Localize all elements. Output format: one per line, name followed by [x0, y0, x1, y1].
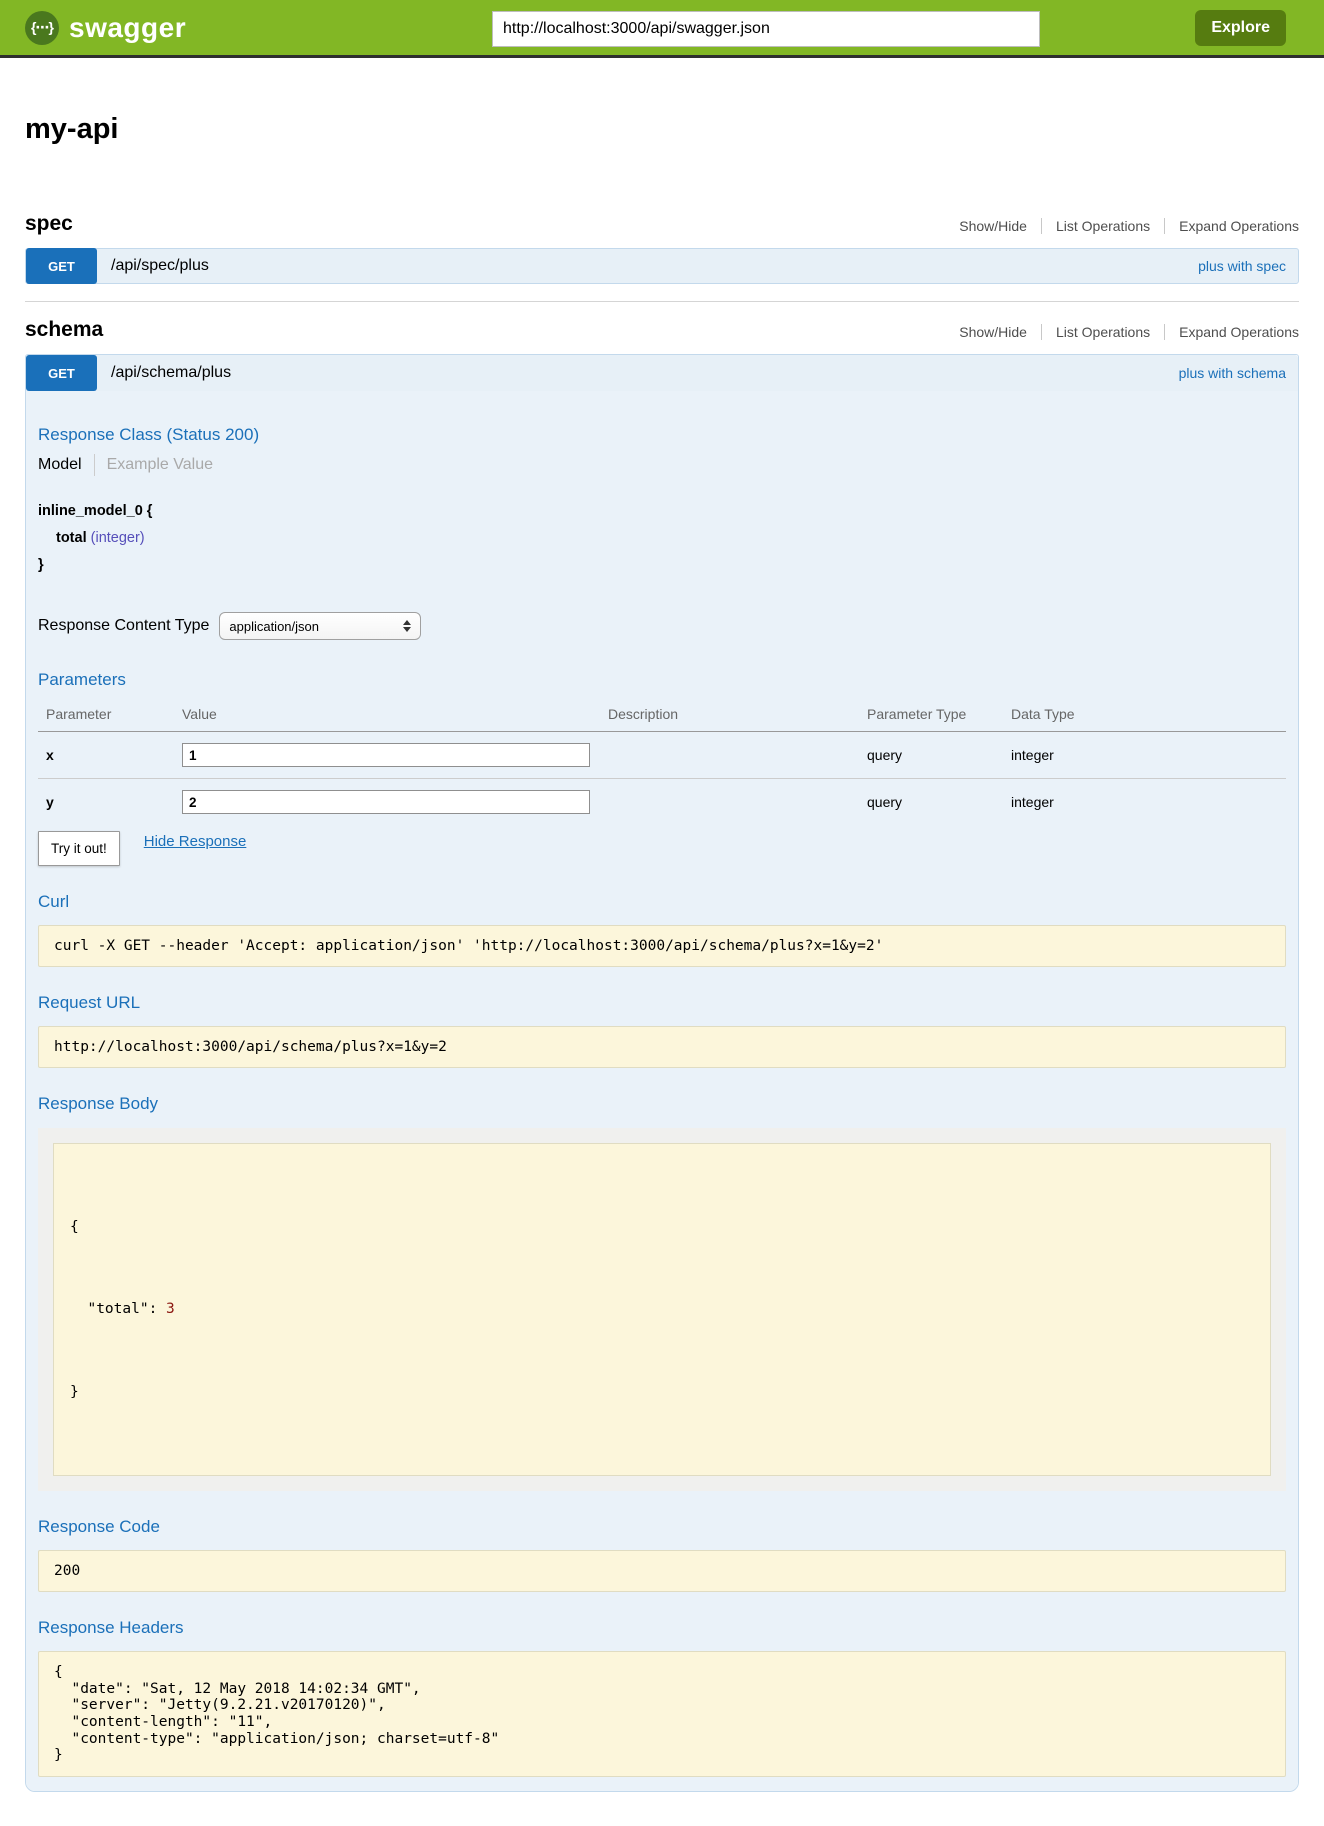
try-it-out-button[interactable]: Try it out! — [38, 831, 120, 866]
col-parameter: Parameter — [38, 700, 182, 732]
model-close-line: } — [38, 552, 1286, 579]
col-parameter-type: Parameter Type — [867, 700, 1011, 732]
spec-section-controls: Show/Hide List Operations Expand Operati… — [959, 218, 1299, 236]
model-property-line: total (integer) — [38, 525, 1286, 552]
schema-operation-content: Response Class (Status 200) Model Exampl… — [26, 391, 1298, 1791]
response-code-heading: Response Code — [38, 1517, 1286, 1537]
explore-button[interactable]: Explore — [1195, 10, 1286, 46]
swagger-logo-icon: {⋯} — [25, 11, 59, 45]
spec-section-title: spec — [25, 212, 73, 236]
hide-response-link[interactable]: Hide Response — [144, 833, 247, 850]
param-x-name: x — [38, 732, 182, 779]
response-content-type-label: Response Content Type — [38, 617, 209, 635]
curl-heading: Curl — [38, 892, 1286, 912]
top-header: {⋯} swagger Explore — [0, 0, 1324, 58]
schema-expand-operations-link[interactable]: Expand Operations — [1164, 324, 1299, 340]
request-url-heading: Request URL — [38, 993, 1286, 1013]
spec-summary-link[interactable]: plus with spec — [1198, 258, 1298, 274]
schema-operation-block: GET /api/schema/plus plus with schema Re… — [25, 354, 1299, 1792]
response-code-value: 200 — [38, 1550, 1286, 1592]
response-headers-json: { "date": "Sat, 12 May 2018 14:02:34 GMT… — [38, 1651, 1286, 1776]
schema-section-title: schema — [25, 318, 103, 342]
actions-row: Try it out! Hide Response — [38, 831, 1286, 866]
schema-get-method-badge: GET — [26, 355, 97, 391]
parameters-heading: Parameters — [38, 670, 1286, 690]
request-url-value: http://localhost:3000/api/schema/plus?x=… — [38, 1026, 1286, 1068]
main-content: my-api spec Show/Hide List Operations Ex… — [0, 113, 1324, 1826]
spec-section-head: spec Show/Hide List Operations Expand Op… — [25, 212, 1299, 236]
param-row-y: y query integer — [38, 779, 1286, 826]
param-y-type: query — [867, 779, 1011, 826]
col-description: Description — [608, 700, 867, 732]
response-body-value: 3 — [166, 1301, 175, 1317]
curl-command: curl -X GET --header 'Accept: applicatio… — [38, 925, 1286, 967]
param-row-x: x query integer — [38, 732, 1286, 779]
schema-list-operations-link[interactable]: List Operations — [1041, 324, 1150, 340]
spec-section: spec Show/Hide List Operations Expand Op… — [25, 212, 1299, 284]
brand-title: swagger — [69, 12, 186, 44]
swagger-brand-link[interactable]: {⋯} swagger — [25, 11, 186, 45]
param-x-type: query — [867, 732, 1011, 779]
schema-section-head: schema Show/Hide List Operations Expand … — [25, 318, 1299, 342]
response-content-type-row: Response Content Type application/json — [38, 612, 1286, 640]
schema-section: schema Show/Hide List Operations Expand … — [25, 318, 1299, 1792]
spec-get-method-badge: GET — [26, 248, 97, 284]
schema-section-controls: Show/Hide List Operations Expand Operati… — [959, 324, 1299, 342]
section-divider — [25, 301, 1299, 302]
model-tabs: Model Example Value — [38, 454, 1286, 476]
param-y-input[interactable] — [182, 790, 590, 814]
parameters-header-row: Parameter Value Description Parameter Ty… — [38, 700, 1286, 732]
param-y-data-type: integer — [1011, 779, 1286, 826]
response-body-key: "total": — [70, 1301, 166, 1317]
model-property-name: total — [56, 530, 87, 546]
param-y-name: y — [38, 779, 182, 826]
response-body-json: { "total": 3 } — [53, 1143, 1271, 1476]
param-x-input[interactable] — [182, 743, 590, 767]
response-content-type-select[interactable]: application/json — [219, 612, 421, 640]
param-y-description — [608, 779, 867, 826]
response-body-open: { — [70, 1214, 1254, 1242]
col-value: Value — [182, 700, 608, 732]
schema-show-hide-link[interactable]: Show/Hide — [959, 324, 1027, 340]
page-title: my-api — [25, 113, 1299, 146]
schema-summary-link[interactable]: plus with schema — [1179, 365, 1298, 381]
api-url-input[interactable] — [492, 11, 1040, 47]
response-body-close: } — [70, 1379, 1254, 1407]
logo-glyph: {⋯} — [31, 19, 53, 36]
response-body-container: { "total": 3 } — [38, 1128, 1286, 1491]
model-signature: inline_model_0 { total (integer) } — [38, 498, 1286, 578]
response-headers-heading: Response Headers — [38, 1618, 1286, 1638]
col-data-type: Data Type — [1011, 700, 1286, 732]
model-property-type: (integer) — [91, 530, 145, 546]
response-body-heading: Response Body — [38, 1094, 1286, 1114]
param-x-data-type: integer — [1011, 732, 1286, 779]
schema-path-link[interactable]: /api/schema/plus — [111, 364, 231, 382]
param-x-description — [608, 732, 867, 779]
tab-divider — [94, 454, 95, 476]
spec-path-link[interactable]: /api/spec/plus — [111, 257, 209, 275]
spec-get-operation-row[interactable]: GET /api/spec/plus plus with spec — [25, 248, 1299, 284]
response-body-total-line: "total": 3 — [70, 1296, 1254, 1324]
parameters-table: Parameter Value Description Parameter Ty… — [38, 700, 1286, 825]
response-class-heading: Response Class (Status 200) — [38, 425, 1286, 445]
model-open-line: inline_model_0 { — [38, 498, 1286, 525]
response-content-type-value: application/json — [229, 619, 319, 634]
spec-show-hide-link[interactable]: Show/Hide — [959, 218, 1027, 234]
spec-expand-operations-link[interactable]: Expand Operations — [1164, 218, 1299, 234]
spec-list-operations-link[interactable]: List Operations — [1041, 218, 1150, 234]
tab-model[interactable]: Model — [38, 456, 82, 474]
schema-get-operation-row[interactable]: GET /api/schema/plus plus with schema — [26, 355, 1298, 391]
select-updown-arrows-icon — [403, 620, 411, 632]
tab-example-value[interactable]: Example Value — [107, 456, 213, 474]
